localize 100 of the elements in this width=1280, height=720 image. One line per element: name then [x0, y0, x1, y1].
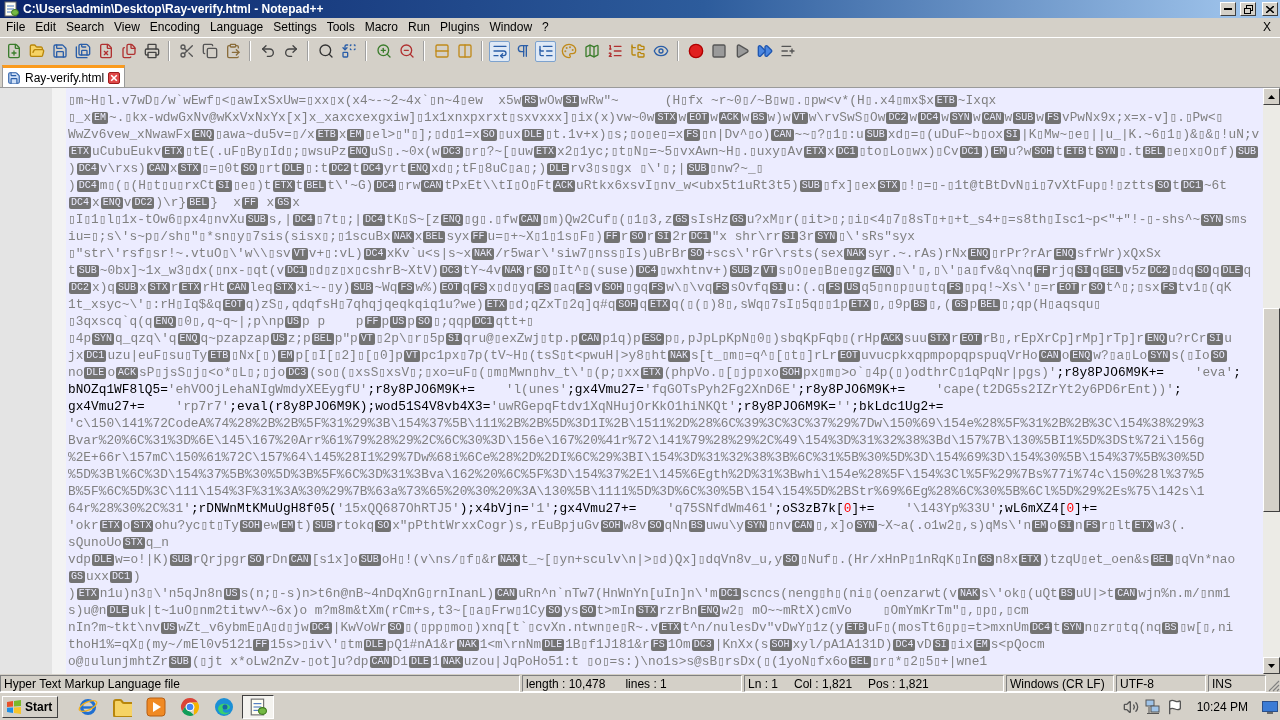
string-text: n: [1074, 518, 1083, 533]
close-icon[interactable]: [108, 71, 121, 84]
fast-forward-icon[interactable]: [756, 43, 773, 59]
string-text: uvucpkxqpmpopqpspuqVrHo: [861, 348, 1038, 363]
tab[interactable]: Ray-verify.html: [2, 65, 126, 87]
scroll-down-button[interactable]: [1263, 657, 1280, 674]
control-character: STX: [131, 520, 154, 532]
menu-item[interactable]: Search: [61, 18, 110, 37]
redo-icon[interactable]: [282, 43, 299, 59]
string-text: qNn: [664, 518, 688, 533]
zoom-out-icon[interactable]: [398, 43, 415, 59]
string-text: 64r%28%30%2C%31': [68, 501, 191, 516]
play-tile-icon[interactable]: [146, 696, 167, 717]
menu-item[interactable]: Encoding: [144, 18, 205, 37]
control-character: GS: [952, 299, 969, 311]
caret-down-icon: [1268, 663, 1275, 668]
control-character: SYN: [92, 333, 115, 345]
control-character: VT: [291, 248, 308, 260]
string-text: t^n/nulesDv"vDwY▯1z(y: [682, 620, 844, 635]
close-file-icon[interactable]: [97, 43, 114, 59]
search-icon[interactable]: [317, 43, 334, 59]
control-character: SYN: [1061, 622, 1084, 634]
taskbar-button[interactable]: [242, 694, 275, 719]
string-text: w\▯\vq: [666, 280, 713, 295]
restore-button[interactable]: [1240, 2, 1256, 16]
scroll-up-button[interactable]: [1263, 88, 1280, 105]
control-character: CAN: [421, 180, 444, 192]
minimize-button[interactable]: [1220, 2, 1236, 16]
control-character: SI: [781, 231, 798, 243]
folder-icon[interactable]: [112, 696, 133, 717]
menu-item[interactable]: ?: [537, 18, 554, 37]
string-text: z: [752, 263, 761, 278]
save-all-icon[interactable]: [74, 43, 91, 59]
resize-grip-icon[interactable]: [1268, 680, 1280, 692]
numbered-list-icon[interactable]: [606, 43, 623, 59]
toggle-button[interactable]: [489, 40, 510, 62]
print-icon[interactable]: [143, 43, 160, 59]
scrollbar[interactable]: [1263, 88, 1280, 674]
string-text: w: [1036, 110, 1044, 125]
menu-item[interactable]: Window: [484, 18, 538, 37]
start-button[interactable]: Start: [2, 695, 59, 718]
menu-item[interactable]: File: [1, 18, 31, 37]
ring-orbit-icon[interactable]: [78, 696, 99, 717]
close-document-button[interactable]: X: [1263, 18, 1271, 37]
control-character: ENQ: [698, 605, 721, 617]
control-character: ETX: [69, 146, 91, 158]
copy-icon[interactable]: [201, 43, 218, 59]
replace-icon[interactable]: [340, 43, 357, 59]
control-character: SOH: [600, 520, 623, 532]
undo-icon[interactable]: [259, 43, 276, 59]
menu-item[interactable]: Run: [403, 18, 436, 37]
string-text: ▯e▯)t: [233, 178, 272, 193]
menu-item[interactable]: Edit: [30, 18, 62, 37]
editor-area[interactable]: [0, 88, 1280, 674]
control-character: EOT: [838, 350, 860, 362]
string-text: p[▯I[▯2]▯[▯0]p: [295, 348, 404, 363]
string-text: "x shr\rr: [711, 229, 781, 244]
string-text: w: [909, 110, 918, 125]
map-icon[interactable]: [583, 43, 600, 59]
string-text: ▯to▯Lo▯wx)▯Cv: [858, 144, 959, 159]
menu-item[interactable]: Plugins: [435, 18, 485, 37]
string-text: ▯:t: [305, 161, 329, 176]
speaker-icon[interactable]: [1122, 698, 1139, 715]
string-text: ~0bx]~1x_w3▯dx(▯nx-▯qt(v: [99, 263, 285, 278]
paste-icon[interactable]: [224, 43, 241, 59]
show-desktop-icon[interactable]: [1262, 698, 1278, 715]
swirl-icon[interactable]: [214, 696, 235, 717]
control-character: SUB: [168, 656, 191, 668]
string-text: w\rvSwS▯Ow: [808, 110, 886, 125]
computers-icon[interactable]: [1144, 698, 1161, 715]
stop-icon[interactable]: [710, 43, 727, 59]
menu-item[interactable]: Settings: [268, 18, 322, 37]
toggle-button[interactable]: [535, 40, 556, 62]
control-character: SOH: [769, 639, 792, 651]
menu-item[interactable]: Tools: [321, 18, 360, 37]
save-icon[interactable]: [51, 43, 68, 59]
string-text: t: [1052, 620, 1061, 635]
flag-icon[interactable]: [1166, 698, 1183, 715]
string-text: s<pQocm: [990, 637, 1045, 652]
string-text: s▯O▯e▯B▯e▯gz: [778, 263, 871, 278]
close-button[interactable]: [1262, 2, 1278, 16]
record-icon[interactable]: [687, 43, 704, 59]
string-text: ▯,▯9p: [871, 297, 911, 312]
code-text: ;wL6mXZ4[: [997, 501, 1067, 516]
scroll-thumb[interactable]: [1263, 308, 1280, 512]
file-plus-icon[interactable]: [5, 43, 22, 59]
menu-item[interactable]: View: [109, 18, 145, 37]
menu-item[interactable]: Macro: [359, 18, 403, 37]
code-text: ;oS3zB7k[: [774, 501, 844, 516]
menu-item[interactable]: Language: [204, 18, 269, 37]
folder-icon[interactable]: [28, 43, 45, 59]
zoom-in-icon[interactable]: [375, 43, 392, 59]
eye-icon[interactable]: [652, 43, 669, 59]
cut-icon[interactable]: [178, 43, 195, 59]
segmented-circle-icon[interactable]: [180, 696, 201, 717]
string-text: t: [1172, 178, 1180, 193]
string-text: ▯d;qZxT▯2q]q#q: [507, 297, 616, 312]
string-text: uF▯(mosTt6▯p▯=t>mxnUm: [867, 620, 1029, 635]
files-icon[interactable]: [120, 43, 137, 59]
list-plus-icon[interactable]: [779, 43, 796, 59]
